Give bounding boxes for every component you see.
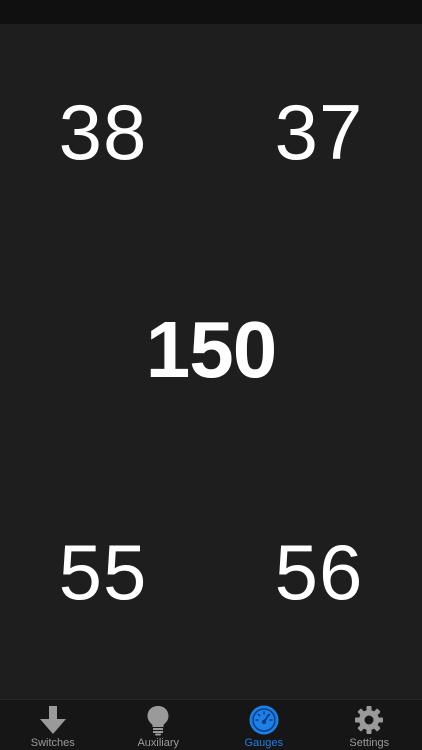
gauge-bottom-right-value: 56 bbox=[274, 528, 364, 616]
lightbulb-icon bbox=[147, 706, 169, 736]
gear-icon bbox=[355, 706, 384, 734]
tab-settings[interactable]: Settings bbox=[317, 700, 422, 750]
tab-gauges[interactable]: Gauges bbox=[211, 700, 317, 750]
tab-gauges-label: Gauges bbox=[244, 737, 284, 749]
speedometer-icon bbox=[249, 705, 279, 735]
gauge-top-left-value: 38 bbox=[58, 88, 148, 176]
tab-switches-label: Switches bbox=[30, 737, 75, 749]
gauge-bottom-left-value: 55 bbox=[58, 528, 148, 616]
tab-auxiliary[interactable]: Auxiliary bbox=[106, 700, 212, 750]
tab-settings-label: Settings bbox=[349, 737, 390, 749]
tab-bar: Switches Auxiliary Gauges Settings bbox=[0, 699, 422, 750]
tab-switches[interactable]: Switches bbox=[0, 700, 106, 750]
gauge-top-right-value: 37 bbox=[274, 88, 364, 176]
status-bar bbox=[0, 0, 422, 24]
gauge-center-value: 150 bbox=[145, 305, 277, 394]
tab-auxiliary-label: Auxiliary bbox=[137, 737, 180, 749]
down-arrow-icon bbox=[39, 706, 66, 734]
